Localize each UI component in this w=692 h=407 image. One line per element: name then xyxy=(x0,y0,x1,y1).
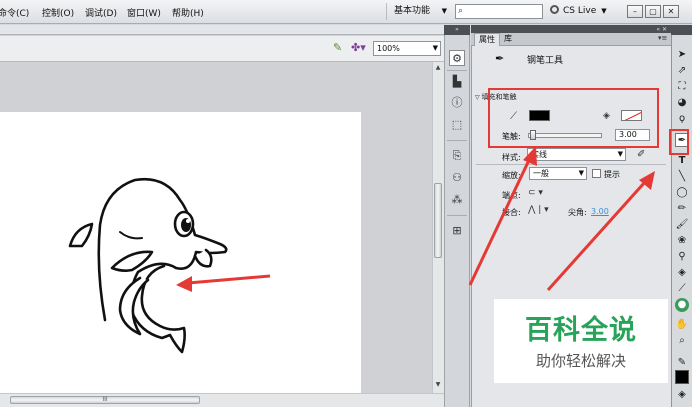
cs-live-icon xyxy=(550,5,559,14)
zoom-tool-icon[interactable]: ⌕ xyxy=(675,334,689,348)
cs-live-label: CS Live xyxy=(563,6,597,16)
vertical-scroll-thumb[interactable] xyxy=(434,183,442,258)
annotation-highlight-pen-tool xyxy=(669,129,689,155)
hint-label: 提示 xyxy=(604,170,620,179)
minimize-button[interactable]: – xyxy=(627,5,643,18)
stroke-color-tool-icon[interactable]: ✎ xyxy=(675,356,689,370)
dock-separator xyxy=(447,70,467,71)
history-panel-icon[interactable]: ⎘ xyxy=(449,148,465,164)
scroll-up-arrow-icon[interactable]: ▲ xyxy=(434,64,442,72)
tab-properties[interactable]: 属性 xyxy=(474,33,500,46)
chevron-down-icon: ▼ xyxy=(578,169,584,177)
motion-presets-icon[interactable]: ⁂ xyxy=(449,192,465,208)
brush-tool-icon[interactable]: 🖌 xyxy=(675,218,689,232)
dock-separator xyxy=(447,215,467,216)
menu-help[interactable]: 帮助(H) xyxy=(172,6,204,19)
transform-panel-icon[interactable]: ⬚ xyxy=(449,117,465,133)
join-style-select-icon[interactable]: ⋀ | ▾ xyxy=(528,205,549,215)
tab-library[interactable]: 库 xyxy=(500,33,516,46)
chevron-down-icon: ▼ xyxy=(441,7,447,15)
miter-value[interactable]: 3.00 xyxy=(591,207,609,216)
scroll-down-arrow-icon[interactable]: ▼ xyxy=(434,381,442,389)
chevron-down-icon: ▼ xyxy=(601,7,607,15)
scale-value: 一般 xyxy=(533,169,549,178)
menu-control[interactable]: 控制(O) xyxy=(42,6,74,19)
zoom-value: 100% xyxy=(377,44,400,53)
scale-label: 缩放: xyxy=(502,171,521,180)
cap-label: 端点: xyxy=(502,191,521,200)
3d-rotation-tool-icon[interactable]: ◕ xyxy=(675,96,689,110)
pencil-tool-icon[interactable]: ✏ xyxy=(675,202,689,216)
eyedropper-tool-icon[interactable]: ⟋ xyxy=(675,282,689,296)
edit-symbol-icon[interactable]: ✤▾ xyxy=(351,41,371,55)
join-label: 接合: xyxy=(502,208,521,217)
menu-command[interactable]: 命令(C) xyxy=(0,6,29,19)
close-button[interactable]: ✕ xyxy=(663,5,679,18)
stroke-style-select[interactable]: 实线 ▼ xyxy=(527,148,626,161)
pen-tool-icon: ✒ xyxy=(495,52,505,65)
scale-select[interactable]: 一般 ▼ xyxy=(529,167,587,180)
edit-stroke-style-pencil-icon[interactable]: ✐ xyxy=(637,149,645,160)
maximize-button[interactable]: ▢ xyxy=(645,5,661,18)
hint-checkbox[interactable] xyxy=(592,169,601,178)
annotation-highlight-box xyxy=(488,88,659,148)
cs-live-button[interactable]: CS Live ▼ xyxy=(550,3,620,20)
dock-collapse-strip[interactable]: » xyxy=(444,25,470,35)
stage-title-strip xyxy=(0,25,444,35)
library-panel-icon[interactable]: ⊞ xyxy=(449,223,465,239)
collapse-triangle-icon: ▽ xyxy=(475,94,480,101)
search-input[interactable] xyxy=(470,6,540,17)
oval-tool-icon[interactable]: ◯ xyxy=(675,186,689,200)
properties-panel-icon[interactable]: ⚙ xyxy=(449,50,465,66)
deco-tool-icon[interactable]: ❀ xyxy=(675,234,689,248)
subselection-tool-icon[interactable]: ⇗ xyxy=(675,64,689,78)
search-box[interactable]: ⌕ xyxy=(455,4,543,19)
info-panel-icon[interactable]: ⓘ xyxy=(449,95,465,111)
align-panel-icon[interactable]: ▙ xyxy=(449,74,465,90)
free-transform-tool-icon[interactable]: ⛶ xyxy=(675,80,689,94)
workspace-switcher[interactable]: 基本功能 ▼ xyxy=(386,3,450,20)
menu-debug[interactable]: 调试(D) xyxy=(85,6,117,19)
stroke-style-value: 实线 xyxy=(531,150,547,159)
eraser-tool-icon[interactable]: ● xyxy=(675,298,689,312)
divider xyxy=(476,164,666,165)
menu-window[interactable]: 窗口(W) xyxy=(127,6,161,19)
lasso-tool-icon[interactable]: ϙ xyxy=(675,112,689,126)
watermark-title: 百科全说 xyxy=(525,315,637,346)
tool-name: 钢笔工具 xyxy=(527,56,564,66)
watermark-subtitle: 助你轻松解决 xyxy=(535,352,626,370)
zoom-select[interactable]: 100% ▼ xyxy=(373,41,441,56)
cap-style-select-icon[interactable]: ⊂ ▾ xyxy=(528,188,543,198)
workspace-label: 基本功能 xyxy=(394,6,431,16)
chevron-down-icon: ▼ xyxy=(432,44,438,52)
text-tool-icon[interactable]: T xyxy=(675,154,689,168)
panel-menu-icon[interactable]: ▾≡ xyxy=(658,34,667,42)
color-swatch-tool-icon[interactable] xyxy=(675,370,689,384)
style-label: 样式: xyxy=(502,153,521,162)
miter-label: 尖角: xyxy=(568,208,587,217)
fill-color-tool-icon[interactable]: ◈ xyxy=(675,388,689,402)
toolbar-collapse-strip[interactable] xyxy=(671,25,692,35)
components-panel-icon[interactable]: ⚇ xyxy=(449,170,465,186)
stage-canvas[interactable] xyxy=(0,112,361,393)
hand-tool-icon[interactable]: ✋ xyxy=(675,318,689,332)
dock-separator xyxy=(447,140,467,141)
edit-scene-icon[interactable]: ✎ xyxy=(333,41,347,55)
bone-tool-icon[interactable]: ⚲ xyxy=(675,250,689,264)
flash-window: 命令(C) 控制(O) 调试(D) 窗口(W) 帮助(H) 基本功能 ▼ ⌕ CS… xyxy=(0,0,692,407)
paint-bucket-tool-icon[interactable]: ◈ xyxy=(675,266,689,280)
selection-tool-icon[interactable]: ➤ xyxy=(675,48,689,62)
chevron-down-icon: ▼ xyxy=(617,150,623,158)
horizontal-scroll-thumb[interactable]: III xyxy=(10,396,200,404)
search-icon: ⌕ xyxy=(458,6,464,16)
line-tool-icon[interactable]: ╲ xyxy=(675,170,689,184)
